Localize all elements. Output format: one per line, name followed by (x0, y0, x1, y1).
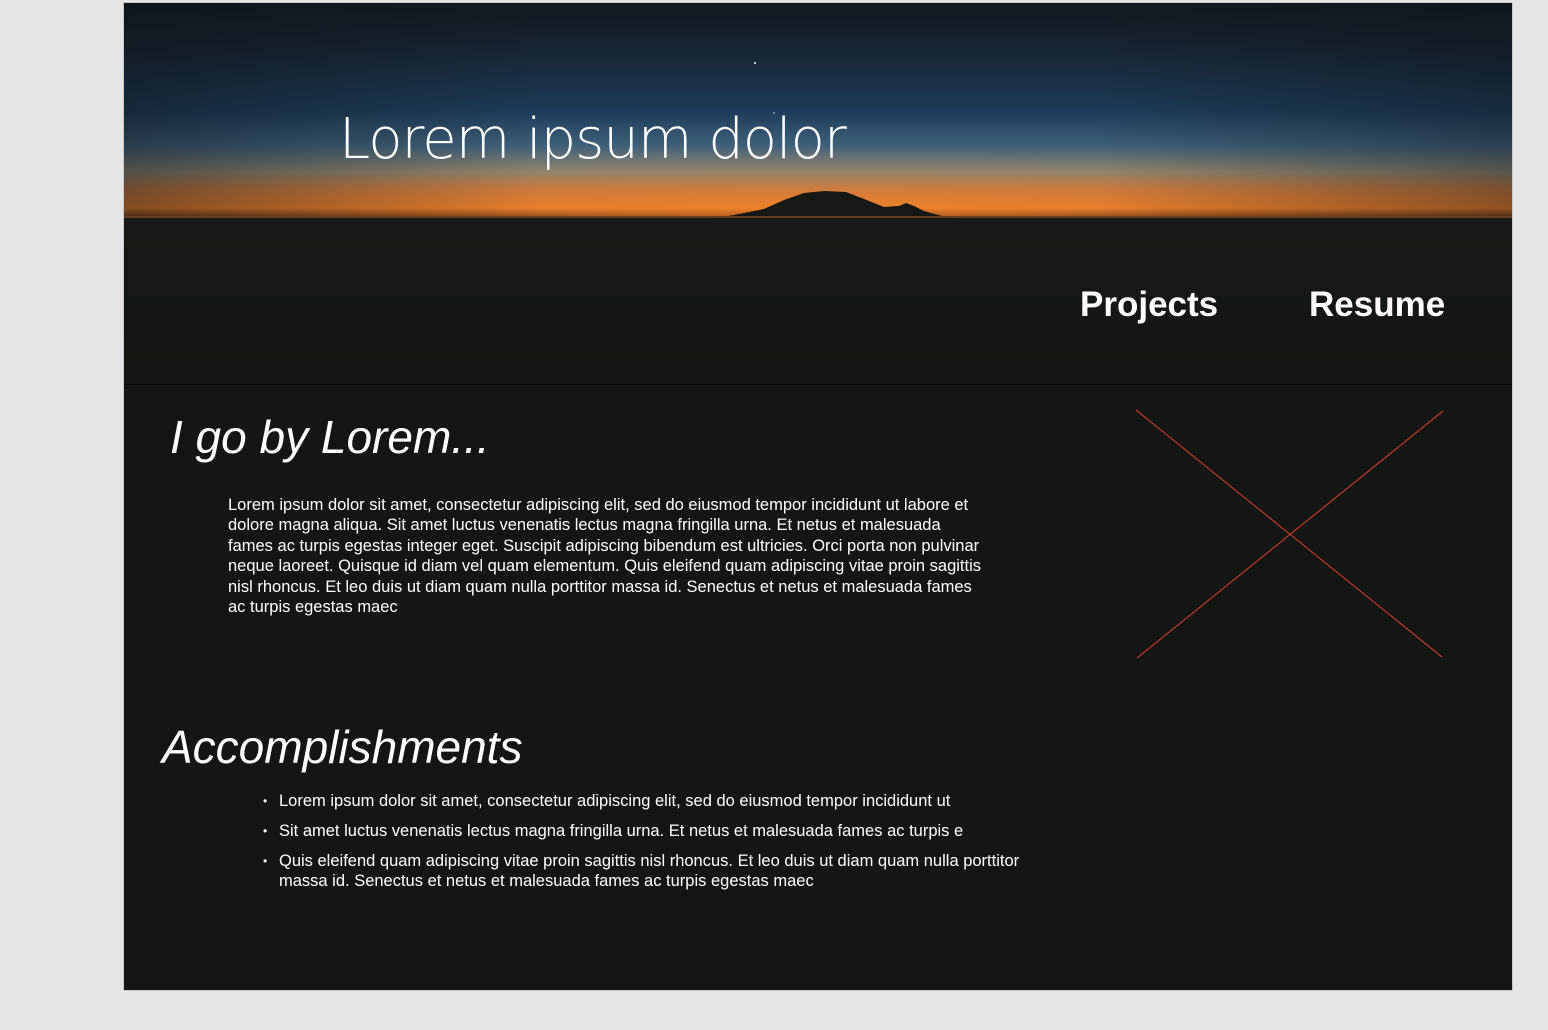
accomplishments-list: Lorem ipsum dolor sit amet, consectetur … (263, 791, 1039, 901)
nav-projects-link[interactable]: Projects (1080, 285, 1218, 325)
hero-title: Lorem ipsum dolor (339, 107, 847, 172)
about-heading: I go by Lorem... (170, 411, 490, 463)
accomplishments-heading: Accomplishments (162, 721, 523, 773)
image-placeholder (1135, 409, 1444, 659)
page-canvas: Lorem ipsum dolor Projects Resume I go b… (123, 2, 1513, 991)
hero-banner: Lorem ipsum dolor Projects Resume (124, 3, 1512, 384)
about-paragraph: Lorem ipsum dolor sit amet, consectetur … (228, 496, 982, 617)
list-item: Sit amet luctus venenatis lectus magna f… (263, 821, 1039, 842)
section-divider (124, 384, 1512, 385)
list-item: Quis eleifend quam adipiscing vitae proi… (263, 851, 1039, 892)
hero-background-image (124, 3, 1512, 384)
nav-resume-link[interactable]: Resume (1309, 285, 1445, 325)
list-item: Lorem ipsum dolor sit amet, consectetur … (263, 791, 1039, 812)
image-placeholder-x-icon (1135, 409, 1444, 659)
